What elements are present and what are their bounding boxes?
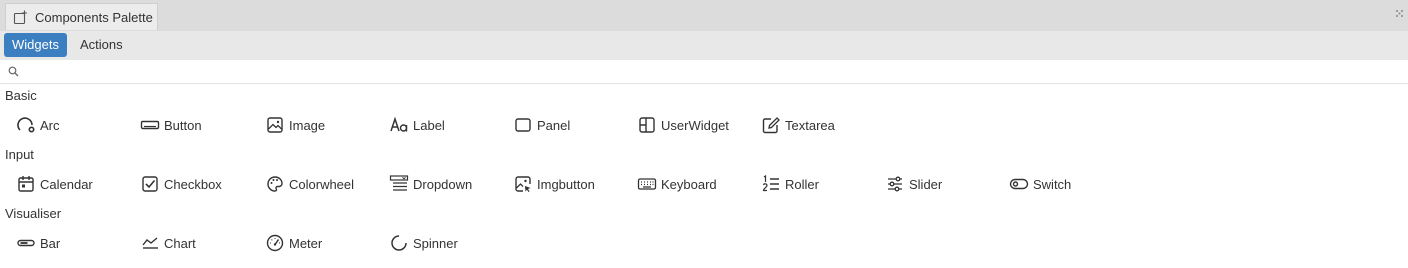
tab-widgets[interactable]: Widgets xyxy=(4,33,67,57)
image-icon xyxy=(265,115,285,135)
label-icon xyxy=(389,115,409,135)
widget-label: Checkbox xyxy=(164,176,222,192)
widget-label: Keyboard xyxy=(661,176,717,192)
keyboard-icon xyxy=(637,174,657,194)
widget-label: Dropdown xyxy=(413,176,473,192)
panel-icon xyxy=(513,115,533,135)
widget-label: Switch xyxy=(1033,176,1072,192)
widget-label: Chart xyxy=(164,235,196,251)
section-title-visualiser: Visualiser xyxy=(5,206,62,221)
drag-handle-icon[interactable] xyxy=(1395,9,1404,18)
section-title-input: Input xyxy=(5,147,34,162)
textarea-icon xyxy=(761,115,781,135)
widget-panel[interactable]: Panel xyxy=(513,114,570,136)
tab-actions[interactable]: Actions xyxy=(72,33,131,57)
widget-textarea[interactable]: Textarea xyxy=(761,114,835,136)
widget-label: Spinner xyxy=(413,235,458,251)
colorwheel-icon xyxy=(265,174,285,194)
dropdown-icon xyxy=(389,174,409,194)
widget-label: Textarea xyxy=(785,117,835,133)
widget-spinner[interactable]: Spinner xyxy=(389,232,458,254)
widget-label: Button xyxy=(164,117,202,133)
imgbutton-icon xyxy=(513,174,533,194)
userwidget-icon xyxy=(637,115,657,135)
widget-label: Panel xyxy=(537,117,571,133)
widget-label: Image xyxy=(289,117,326,133)
widget-slider[interactable]: Slider xyxy=(885,173,942,195)
widget-bar[interactable]: Bar xyxy=(16,232,60,254)
roller-icon xyxy=(761,174,781,194)
widget-roller[interactable]: Roller xyxy=(761,173,819,195)
section-title-basic: Basic xyxy=(5,88,37,103)
widget-label: Slider xyxy=(909,176,943,192)
widget-label: Roller xyxy=(785,176,819,192)
panel-header: Components Palette xyxy=(0,0,1408,31)
palette-tabs: Widgets Actions xyxy=(0,31,1408,60)
calendar-icon xyxy=(16,174,36,194)
widget-calendar[interactable]: Calendar xyxy=(16,173,93,195)
slider-icon xyxy=(885,174,905,194)
spinner-icon xyxy=(389,233,409,253)
widget-keyboard[interactable]: Keyboard xyxy=(637,173,717,195)
meter-icon xyxy=(265,233,285,253)
bar-icon xyxy=(16,233,36,253)
search-input[interactable] xyxy=(24,62,1394,80)
panel-tab[interactable]: Components Palette xyxy=(5,3,158,30)
button-icon xyxy=(140,115,160,135)
widget-colorwheel[interactable]: Colorwheel xyxy=(265,173,354,195)
widget-chart[interactable]: Chart xyxy=(140,232,196,254)
widget-label: Arc xyxy=(40,117,60,133)
search-icon xyxy=(8,66,19,77)
checkbox-icon xyxy=(140,174,160,194)
widget-label: Bar xyxy=(40,235,61,251)
widget-label-item[interactable]: Label xyxy=(389,114,445,136)
widget-dropdown[interactable]: Dropdown xyxy=(389,173,472,195)
widget-arc[interactable]: Arc xyxy=(16,114,60,136)
widget-label: Calendar xyxy=(40,176,93,192)
switch-icon xyxy=(1009,174,1029,194)
widget-meter[interactable]: Meter xyxy=(265,232,322,254)
widget-label: Colorwheel xyxy=(289,176,355,192)
widget-button[interactable]: Button xyxy=(140,114,202,136)
widget-checkbox[interactable]: Checkbox xyxy=(140,173,222,195)
widget-switch[interactable]: Switch xyxy=(1009,173,1071,195)
widget-label: UserWidget xyxy=(661,117,729,133)
chart-icon xyxy=(140,233,160,253)
add-component-icon xyxy=(13,10,28,25)
widget-label: Imgbutton xyxy=(537,176,595,192)
widget-image[interactable]: Image xyxy=(265,114,325,136)
panel-title: Components Palette xyxy=(35,9,153,25)
widget-label: Label xyxy=(413,117,445,133)
widget-imgbutton[interactable]: Imgbutton xyxy=(513,173,595,195)
widget-userwidget[interactable]: UserWidget xyxy=(637,114,729,136)
arc-icon xyxy=(16,115,36,135)
search-bar xyxy=(0,60,1408,84)
widget-label: Meter xyxy=(289,235,323,251)
